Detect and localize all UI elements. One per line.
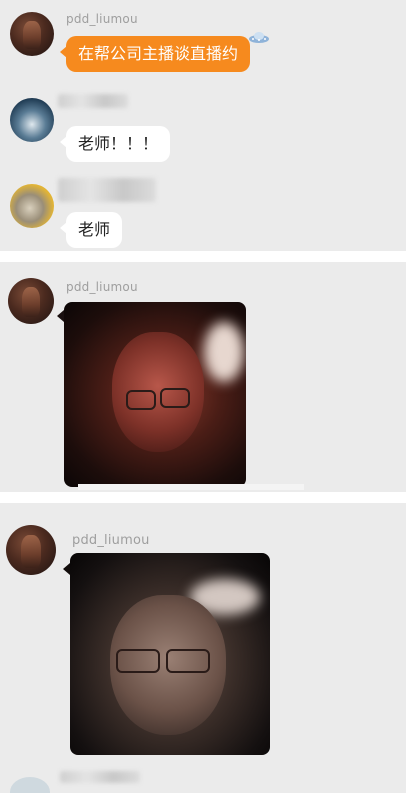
message-username: pdd_liumou <box>66 280 138 294</box>
muscle-avatar[interactable] <box>8 278 54 324</box>
message-username: pdd_liumou <box>66 12 138 26</box>
message-username: pdd_liumou <box>72 533 150 548</box>
photo-glasses <box>126 390 156 410</box>
wave-avatar[interactable] <box>10 98 54 142</box>
selfie-photo-dark[interactable] <box>70 553 270 755</box>
divider <box>0 492 406 503</box>
blurred-username <box>58 94 128 108</box>
ufo-sticker-icon <box>249 32 269 43</box>
photo-glasses <box>166 649 210 673</box>
photo-glasses <box>160 388 190 408</box>
chat-panel-2: pdd_liumou <box>0 262 406 492</box>
window-light <box>204 322 244 382</box>
blurred-username <box>58 178 156 202</box>
chat-panel-1: pdd_liumou 在帮公司主播谈直播约 老师！！！ 老师 <box>0 0 406 251</box>
message-bubble-white[interactable]: 老师 <box>59 212 123 248</box>
partial-avatar[interactable] <box>10 777 50 793</box>
photo-glasses <box>116 649 160 673</box>
photo-bubble-tail <box>63 563 70 575</box>
faded-strip <box>78 484 304 490</box>
yellow-avatar[interactable] <box>10 184 54 228</box>
message-bubble-white[interactable]: 老师！！！ <box>59 126 171 162</box>
message-bubble-orange[interactable]: 在帮公司主播谈直播约 <box>59 36 251 72</box>
blurred-username <box>60 771 140 783</box>
selfie-photo-red[interactable] <box>64 302 246 487</box>
chat-panel-3: pdd_liumou <box>0 503 406 793</box>
photo-bubble-tail <box>57 310 64 322</box>
photo-face <box>112 332 204 452</box>
muscle-avatar[interactable] <box>6 525 56 575</box>
divider <box>0 251 406 262</box>
muscle-avatar[interactable] <box>10 12 54 56</box>
